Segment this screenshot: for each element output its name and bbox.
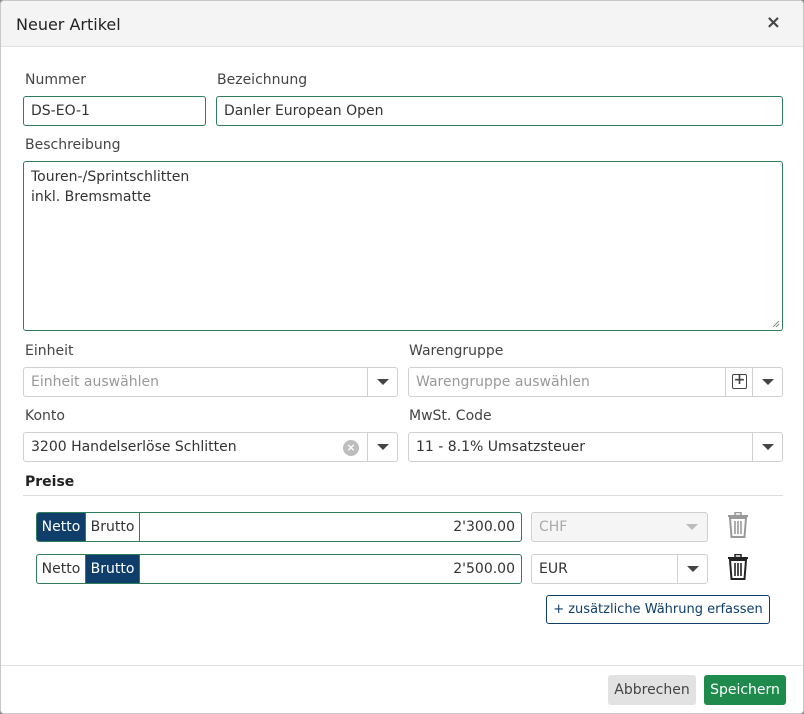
warengruppe-label: Warengruppe (409, 343, 504, 359)
currency-select[interactable]: EUR (531, 554, 708, 584)
konto-label: Konto (25, 408, 65, 424)
price-row-2: Netto Brutto 2'500.00 (36, 554, 522, 584)
chevron-down-icon[interactable] (752, 433, 782, 461)
clear-circle-icon[interactable]: × (343, 440, 359, 456)
cancel-button[interactable]: Abbrechen (608, 675, 696, 705)
mwst-value: 11 - 8.1% Umsatzsteuer (416, 439, 586, 455)
brutto-toggle[interactable]: Brutto (86, 555, 140, 583)
konto-select[interactable]: 3200 Handelserlöse Schlitten × (23, 432, 398, 462)
add-warengruppe-button[interactable]: + (725, 368, 752, 396)
brutto-toggle[interactable]: Brutto (86, 513, 140, 541)
add-currency-button[interactable]: + zusätzliche Währung erfassen (546, 595, 770, 624)
beschreibung-textarea[interactable]: Touren-/Sprintschlitten inkl. Bremsmatte (23, 161, 783, 331)
warengruppe-placeholder: Warengruppe auswählen (416, 374, 590, 390)
close-icon[interactable]: × (766, 13, 781, 33)
price-amount-input[interactable]: 2'500.00 (453, 555, 515, 583)
price-amount-input[interactable]: 2'300.00 (453, 513, 515, 541)
mwst-select[interactable]: 11 - 8.1% Umsatzsteuer (408, 432, 783, 462)
currency-value: CHF (539, 519, 568, 535)
resize-grip-icon[interactable] (772, 320, 780, 328)
einheit-select[interactable]: Einheit auswählen (23, 367, 398, 397)
dialog-header: Neuer Artikel × (1, 1, 803, 47)
beschreibung-label: Beschreibung (25, 137, 121, 153)
einheit-placeholder: Einheit auswählen (31, 374, 159, 390)
currency-select: CHF (531, 512, 708, 542)
netto-toggle[interactable]: Netto (37, 513, 86, 541)
save-button[interactable]: Speichern (704, 675, 786, 705)
trash-icon[interactable] (727, 554, 749, 580)
prices-divider (23, 495, 783, 496)
new-article-dialog: Neuer Artikel × Nummer Bezeichnung Besch… (0, 0, 804, 714)
trash-icon[interactable] (727, 512, 749, 538)
price-row-1: Netto Brutto 2'300.00 (36, 512, 522, 542)
chevron-down-icon[interactable] (367, 368, 397, 396)
bezeichnung-input[interactable] (216, 96, 783, 126)
currency-value: EUR (539, 561, 568, 577)
netto-toggle[interactable]: Netto (37, 555, 86, 583)
warengruppe-select[interactable]: Warengruppe auswählen + (408, 367, 783, 397)
chevron-down-icon[interactable] (752, 368, 782, 396)
nummer-input[interactable] (23, 96, 206, 126)
nummer-label: Nummer (25, 72, 86, 88)
konto-value: 3200 Handelserlöse Schlitten (31, 439, 237, 455)
prices-section-title: Preise (25, 474, 75, 490)
bezeichnung-label: Bezeichnung (217, 72, 308, 88)
chevron-down-icon[interactable] (677, 555, 707, 583)
mwst-label: MwSt. Code (409, 408, 492, 424)
dialog-title: Neuer Artikel (16, 15, 121, 34)
chevron-down-icon[interactable] (367, 433, 397, 461)
chevron-down-icon (677, 513, 707, 541)
einheit-label: Einheit (25, 343, 74, 359)
plus-square-icon: + (732, 372, 747, 389)
